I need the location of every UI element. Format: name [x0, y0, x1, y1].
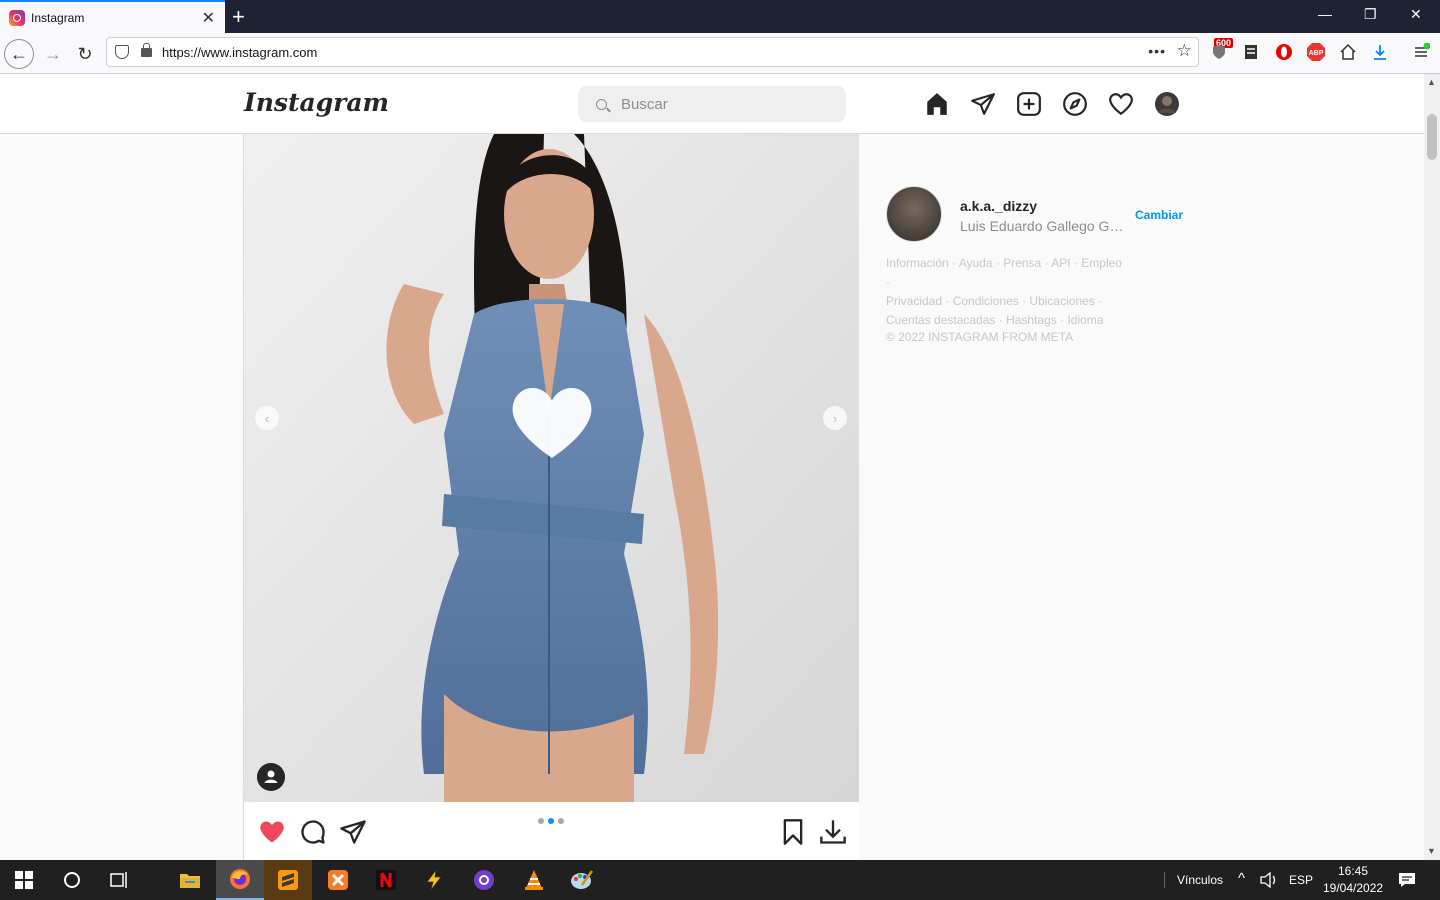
comment-icon[interactable] — [299, 818, 327, 846]
download-icon[interactable] — [819, 818, 847, 846]
forward-button[interactable]: → — [38, 39, 68, 69]
page-actions-icon[interactable]: ••• — [1148, 43, 1166, 59]
carousel-dot — [558, 818, 564, 824]
start-button[interactable] — [0, 860, 48, 900]
windows-taskbar: Vínculos ^ ESP 16:45 19/04/2022 — [0, 860, 1440, 900]
page-viewport: Instagram Buscar ‹ › a.k.a._dizzy Luis E… — [0, 74, 1424, 860]
save-bookmark-icon[interactable] — [779, 818, 807, 846]
back-button[interactable]: ← — [4, 39, 34, 69]
adblock-plus-icon[interactable]: ABP — [1305, 41, 1327, 63]
carousel-dot-active — [548, 818, 554, 824]
links-toolbar[interactable]: Vínculos — [1177, 873, 1223, 887]
search-placeholder: Buscar — [621, 95, 668, 113]
carousel-dot — [538, 818, 544, 824]
instagram-favicon-icon — [9, 9, 25, 26]
restore-icon[interactable]: ❐ — [1364, 6, 1377, 23]
footer-link-api[interactable]: API — [1051, 256, 1070, 270]
svg-text:ABP: ABP — [1309, 50, 1324, 57]
url-bar[interactable]: https://www.instagram.com ••• ☆ — [106, 37, 1199, 67]
current-username[interactable]: a.k.a._dizzy — [960, 198, 1037, 214]
activity-heart-icon[interactable] — [1108, 91, 1134, 117]
footer-link-terms[interactable]: Condiciones — [953, 294, 1019, 308]
carousel-prev-button[interactable]: ‹ — [255, 406, 279, 430]
menu-icon[interactable] — [1410, 41, 1432, 63]
browser-tab-instagram[interactable]: Instagram ✕ — [0, 0, 225, 33]
tab-title: Instagram — [31, 10, 85, 25]
current-user-fullname: Luis Eduardo Gallego Gar... — [960, 218, 1130, 234]
netflix-icon[interactable] — [362, 860, 410, 900]
home-icon[interactable] — [1337, 41, 1359, 63]
carousel-indicator — [538, 818, 564, 824]
action-center-icon[interactable] — [1398, 872, 1416, 888]
file-explorer-icon[interactable] — [166, 860, 214, 900]
winamp-lightning-icon[interactable] — [410, 860, 458, 900]
copyright-text: © 2022 INSTAGRAM FROM META — [886, 330, 1074, 344]
clock-date[interactable]: 19/04/2022 — [1323, 881, 1383, 895]
input-language[interactable]: ESP — [1289, 873, 1313, 887]
post-image[interactable]: ‹ › — [244, 134, 859, 802]
footer-link-info[interactable]: Información — [886, 256, 949, 270]
minimize-icon[interactable]: — — [1318, 6, 1332, 22]
browser-tabbar: Instagram ✕ + — ❐ ✕ — [0, 0, 1440, 33]
reload-button[interactable]: ↻ — [70, 39, 100, 69]
close-window-icon[interactable]: ✕ — [1410, 6, 1422, 23]
bookmark-star-icon[interactable]: ☆ — [1177, 41, 1192, 61]
downloads-icon[interactable] — [1369, 41, 1391, 63]
footer-link-locations[interactable]: Ubicaciones — [1029, 294, 1094, 308]
firefox-taskbar-icon[interactable] — [216, 860, 264, 900]
footer-link-language[interactable]: Idioma — [1067, 313, 1103, 327]
task-view-icon[interactable] — [96, 860, 144, 900]
post-photo-illustration — [244, 134, 859, 802]
new-tab-button[interactable]: + — [232, 4, 245, 30]
volume-icon[interactable] — [1260, 872, 1278, 888]
scroll-up-icon[interactable]: ▲ — [1427, 77, 1436, 87]
like-animation-heart-icon — [512, 387, 592, 458]
xampp-icon[interactable] — [314, 860, 362, 900]
extension-mask-icon[interactable] — [1240, 41, 1262, 63]
opera-extension-icon[interactable] — [1273, 41, 1295, 63]
search-input[interactable]: Buscar — [578, 86, 846, 122]
post-actions-bar — [244, 802, 859, 860]
scrollbar-thumb[interactable] — [1427, 114, 1437, 160]
taskbar-separator — [1164, 872, 1165, 888]
lock-icon[interactable] — [141, 42, 152, 57]
footer-link-top-accounts[interactable]: Cuentas destacadas — [886, 313, 995, 327]
direct-icon[interactable] — [970, 91, 996, 117]
page-scrollbar[interactable]: ▲ ▼ — [1424, 74, 1440, 860]
switch-account-link[interactable]: Cambiar — [1135, 208, 1183, 222]
search-icon — [596, 98, 607, 110]
sublime-text-icon[interactable] — [264, 860, 312, 900]
clock-time[interactable]: 16:45 — [1338, 864, 1368, 878]
new-post-icon[interactable] — [1016, 91, 1042, 117]
explore-icon[interactable] — [1062, 91, 1088, 117]
extension-shield-icon[interactable] — [1208, 41, 1230, 63]
footer-link-press[interactable]: Prensa — [1003, 256, 1041, 270]
footer-link-privacy[interactable]: Privacidad — [886, 294, 942, 308]
vlc-icon[interactable] — [510, 860, 558, 900]
home-icon[interactable] — [924, 91, 950, 117]
user-tags-icon[interactable] — [257, 763, 285, 791]
show-hidden-icons-icon[interactable]: ^ — [1238, 870, 1245, 887]
scroll-down-icon[interactable]: ▼ — [1427, 846, 1436, 856]
close-tab-icon[interactable]: ✕ — [202, 8, 215, 28]
footer-link-help[interactable]: Ayuda — [959, 256, 993, 270]
github-desktop-icon[interactable] — [460, 860, 508, 900]
current-user-avatar[interactable] — [886, 186, 942, 242]
like-heart-icon[interactable] — [258, 818, 286, 846]
instagram-header: Instagram Buscar — [0, 74, 1424, 134]
share-icon[interactable] — [339, 818, 367, 846]
feed-post: ‹ › — [243, 134, 859, 860]
instagram-logo[interactable]: Instagram — [244, 88, 389, 117]
footer-link-jobs[interactable]: Empleo — [1081, 256, 1122, 270]
profile-avatar[interactable] — [1154, 91, 1180, 117]
footer-links: Información · Ayuda · Prensa · API · Emp… — [886, 256, 1122, 327]
footer-link-hashtags[interactable]: Hashtags — [1006, 313, 1057, 327]
paint-icon[interactable] — [558, 860, 606, 900]
windows-logo-icon — [15, 871, 33, 889]
tracking-shield-icon[interactable] — [115, 45, 129, 59]
cortana-search-icon[interactable] — [48, 860, 96, 900]
url-text[interactable]: https://www.instagram.com — [162, 45, 317, 60]
browser-navbar: ← → ↻ https://www.instagram.com ••• ☆ 60… — [0, 33, 1440, 74]
carousel-next-button[interactable]: › — [823, 406, 847, 430]
